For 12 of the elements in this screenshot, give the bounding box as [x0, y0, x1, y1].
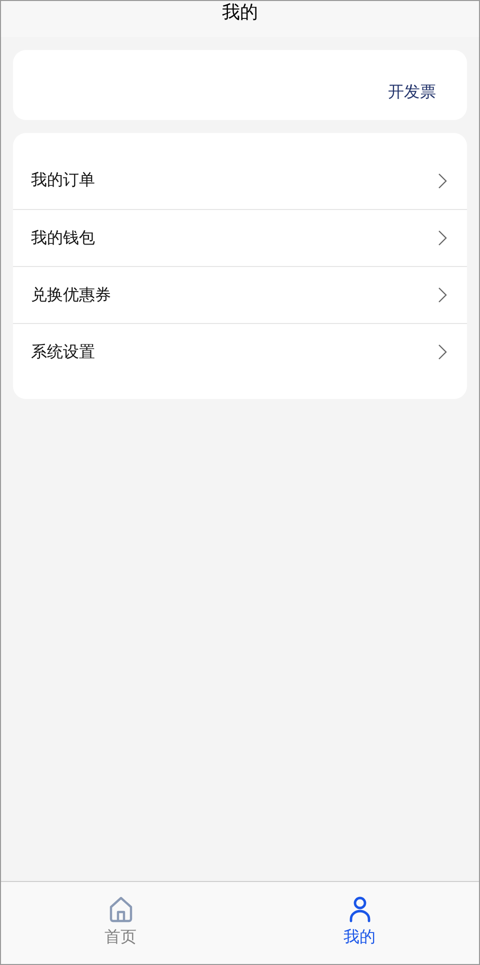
chevron-right-icon [438, 172, 447, 188]
chevron-right-icon [438, 230, 447, 246]
chevron-right-icon [438, 344, 447, 360]
menu-item[interactable]: 我的钱包 [13, 209, 467, 266]
page-title: 我的 [222, 2, 258, 23]
menu-item[interactable]: 系统设置 [13, 323, 467, 380]
invoice-link[interactable]: 开发票 [388, 82, 436, 102]
menu-item[interactable]: 兑换优惠券 [13, 266, 467, 323]
tab[interactable]: 我的 [240, 882, 479, 964]
chevron-right-icon [438, 287, 447, 303]
tab[interactable]: 首页 [1, 882, 240, 964]
menu-item[interactable]: 我的订单 [13, 152, 467, 209]
